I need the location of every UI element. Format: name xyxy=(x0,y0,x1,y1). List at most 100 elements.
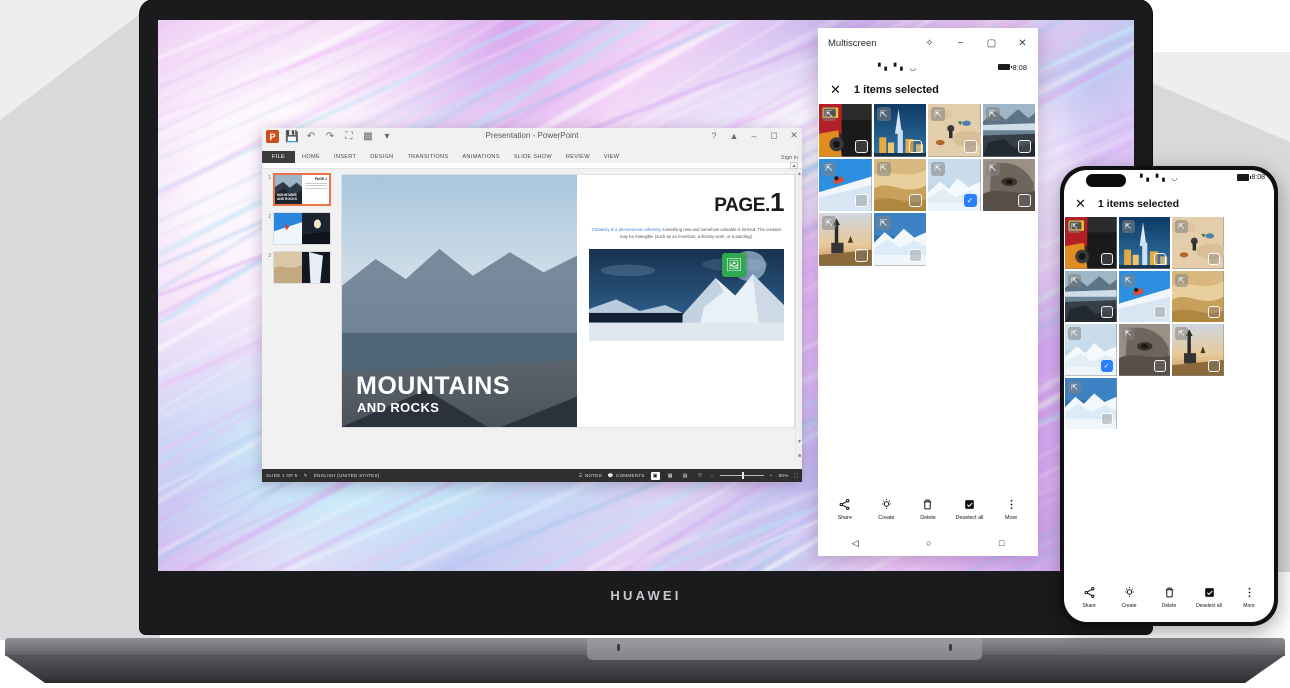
powerpoint-window[interactable]: P 💾 ↶ ↷ ⛶ ▩ ▾ Presentation - PowerPoint … xyxy=(262,128,802,482)
slide-thumbnail-pane[interactable]: 1 MOUNTAINS AND ROCKS PAGE.1 2 3 xyxy=(262,169,338,461)
photo-checkbox[interactable] xyxy=(963,139,977,153)
multiscreen-window[interactable]: Multiscreen ✧ − ▢ ✕ ▘▖ ▘▖ ◡ 8:08 ✕ 1 items s… xyxy=(818,28,1038,556)
phone-photo-checkbox[interactable] xyxy=(1154,252,1166,265)
expand-icon[interactable]: ⇱ xyxy=(1175,327,1188,340)
photo-checkbox[interactable] xyxy=(909,194,922,207)
slide-thumbnail-2[interactable] xyxy=(273,212,331,245)
toolbar-more-button[interactable]: More xyxy=(993,497,1029,521)
zoom-in-button[interactable]: + xyxy=(770,473,773,478)
photo-checkbox[interactable] xyxy=(854,194,868,207)
photo-cell-6[interactable]: ⇱ xyxy=(873,158,926,211)
ribbon-options-icon[interactable]: ▲ xyxy=(729,131,739,141)
phone-photo-cell-1[interactable]: ⇱ xyxy=(1065,217,1117,269)
tab-animations[interactable]: ANIMATIONS xyxy=(455,151,506,163)
minimize-icon[interactable]: − xyxy=(955,38,966,49)
phone-photo-checkbox[interactable] xyxy=(1100,306,1113,318)
ribbon-collapse-icon[interactable]: ▲ xyxy=(790,162,798,169)
phone-toolbar-more-button[interactable]: More xyxy=(1231,585,1267,609)
expand-icon[interactable]: ⇱ xyxy=(876,161,891,176)
expand-icon[interactable]: ⇱ xyxy=(822,216,836,230)
maximize-icon[interactable]: ▢ xyxy=(986,38,997,49)
photo-checkbox[interactable]: ✓ xyxy=(963,194,977,207)
phone-photo-checkbox[interactable] xyxy=(1207,252,1220,265)
expand-icon[interactable]: ⇱ xyxy=(876,216,891,230)
phone-photo-grid[interactable]: ⇱ ⇱ ⇱ ⇱ ⇱ ⇱ ⇱ ✓ ⇱ ⇱ ⇱ xyxy=(1064,217,1274,429)
photo-checkbox[interactable] xyxy=(909,139,922,153)
photo-checkbox[interactable] xyxy=(1018,194,1031,207)
expand-icon[interactable]: ⇱ xyxy=(1068,220,1081,233)
phone-photo-cell-7[interactable]: ⇱ ✓ xyxy=(1065,324,1117,376)
phone-photo-cell-6[interactable]: ⇱ xyxy=(1172,270,1224,322)
expand-icon[interactable]: ⇱ xyxy=(1068,380,1081,394)
phone-action-toolbar[interactable]: Share Create Delete Deselect all More xyxy=(1064,580,1274,614)
tab-transitions[interactable]: TRANSITIONS xyxy=(400,151,455,163)
expand-icon[interactable]: ⇱ xyxy=(876,107,891,121)
expand-icon[interactable]: ⇱ xyxy=(1121,327,1135,340)
recents-icon[interactable]: □ xyxy=(999,538,1004,548)
comments-button[interactable]: 💬 COMMENTS xyxy=(608,473,645,479)
reading-view-button[interactable]: ▤ xyxy=(681,472,690,480)
pin-icon[interactable]: ✧ xyxy=(924,38,935,49)
zoom-out-button[interactable]: − xyxy=(711,473,714,478)
spellcheck-icon[interactable]: ✎ xyxy=(304,473,308,479)
photo-checkbox[interactable] xyxy=(854,248,868,262)
phone-photo-cell-9[interactable]: ⇱ xyxy=(1172,324,1224,376)
phone-toolbar-deselect-all-button[interactable]: Deselect all xyxy=(1191,585,1227,609)
phone-photo-cell-8[interactable]: ⇱ xyxy=(1118,324,1170,376)
tab-view[interactable]: VIEW xyxy=(597,151,627,163)
phone-photo-checkbox[interactable] xyxy=(1207,306,1220,318)
gallery-action-toolbar[interactable]: Share Create Delete Deselect all More xyxy=(818,490,1038,528)
home-icon[interactable]: ○ xyxy=(926,538,931,548)
slide-scrollbar[interactable]: ▲ ▼ ■ xyxy=(795,169,802,461)
normal-view-button[interactable]: ▣ xyxy=(650,471,660,480)
photo-cell-1[interactable]: ⇱ xyxy=(819,104,872,157)
scroll-up-icon[interactable]: ▲ xyxy=(796,171,803,177)
expand-icon[interactable]: ⇱ xyxy=(1175,220,1188,233)
current-slide[interactable]: MOUNTAINS AND ROCKS PAGE.1 Creativity is… xyxy=(342,175,794,427)
powerpoint-ribbon-tabs[interactable]: FILE HOME INSERT DESIGN TRANSITIONS ANIMATION… xyxy=(262,148,802,163)
expand-icon[interactable]: ⇱ xyxy=(822,107,836,121)
language-status[interactable]: ENGLISH (UNITED STATES) xyxy=(314,473,380,478)
phone-screen[interactable]: ▘▖ ▘▖ ◡ 8:08 ✕ 1 items selected ⇱ ⇱ ⇱ ⇱ … xyxy=(1064,170,1274,622)
photo-cell-9[interactable]: ⇱ xyxy=(819,213,872,266)
expand-icon[interactable]: ⇱ xyxy=(1175,273,1188,287)
photo-cell-3[interactable]: ⇱ xyxy=(928,104,981,157)
photo-cell-10[interactable]: ⇱ xyxy=(873,213,926,266)
photo-checkbox[interactable] xyxy=(854,139,868,153)
maximize-icon[interactable]: ◻ xyxy=(769,130,779,141)
expand-icon[interactable]: ⇱ xyxy=(1121,220,1135,233)
photo-cell-7[interactable]: ⇱ ✓ xyxy=(928,158,981,211)
phone-photo-cell-3[interactable]: ⇱ xyxy=(1172,217,1224,269)
phone-photo-cell-5[interactable]: ⇱ xyxy=(1118,270,1170,322)
fit-to-window-icon[interactable]: ⛶ xyxy=(795,473,798,478)
tab-design[interactable]: DESIGN xyxy=(363,151,400,163)
expand-icon[interactable]: ⇱ xyxy=(985,161,1000,176)
thumbnail-row[interactable]: 1 MOUNTAINS AND ROCKS PAGE.1 xyxy=(264,173,336,206)
thumbnail-row[interactable]: 2 xyxy=(264,212,336,245)
sign-in-link[interactable]: Sign in xyxy=(781,155,798,161)
phone-photo-cell-4[interactable]: ⇱ xyxy=(1065,270,1117,322)
photo-cell-4[interactable]: ⇱ xyxy=(982,104,1035,157)
slide-sorter-view-button[interactable]: ▦ xyxy=(666,472,675,480)
photo-cell-5[interactable]: ⇱ xyxy=(819,158,872,211)
scroll-down-icon[interactable]: ▼ xyxy=(796,439,803,445)
phone-photo-cell-2[interactable]: ⇱ xyxy=(1118,217,1170,269)
minimize-icon[interactable]: – xyxy=(749,131,759,141)
photo-cell-2[interactable]: ⇱ xyxy=(873,104,926,157)
expand-icon[interactable]: ⇱ xyxy=(822,161,836,176)
notes-button[interactable]: ☰ NOTES xyxy=(578,473,601,479)
powerpoint-window-controls[interactable]: ? ▲ – ◻ ✕ xyxy=(709,130,799,141)
close-icon[interactable]: ✕ xyxy=(789,130,799,141)
tab-review[interactable]: REVIEW xyxy=(559,151,597,163)
expand-icon[interactable]: ⇱ xyxy=(1068,273,1081,287)
phone-close-selection-icon[interactable]: ✕ xyxy=(1075,196,1086,212)
photo-checkbox[interactable] xyxy=(1018,139,1031,153)
phone-photo-checkbox[interactable] xyxy=(1100,413,1113,425)
toolbar-deselect-all-button[interactable]: Deselect all xyxy=(952,497,988,521)
expand-icon[interactable]: ⇱ xyxy=(1068,327,1081,340)
slide-thumbnail-3[interactable] xyxy=(273,251,331,284)
expand-icon[interactable]: ⇱ xyxy=(985,107,1000,121)
multiscreen-window-controls[interactable]: ✧ − ▢ ✕ xyxy=(924,38,1028,49)
phone-photo-checkbox[interactable]: ✓ xyxy=(1100,359,1113,372)
phone-photo-checkbox[interactable] xyxy=(1100,252,1113,265)
